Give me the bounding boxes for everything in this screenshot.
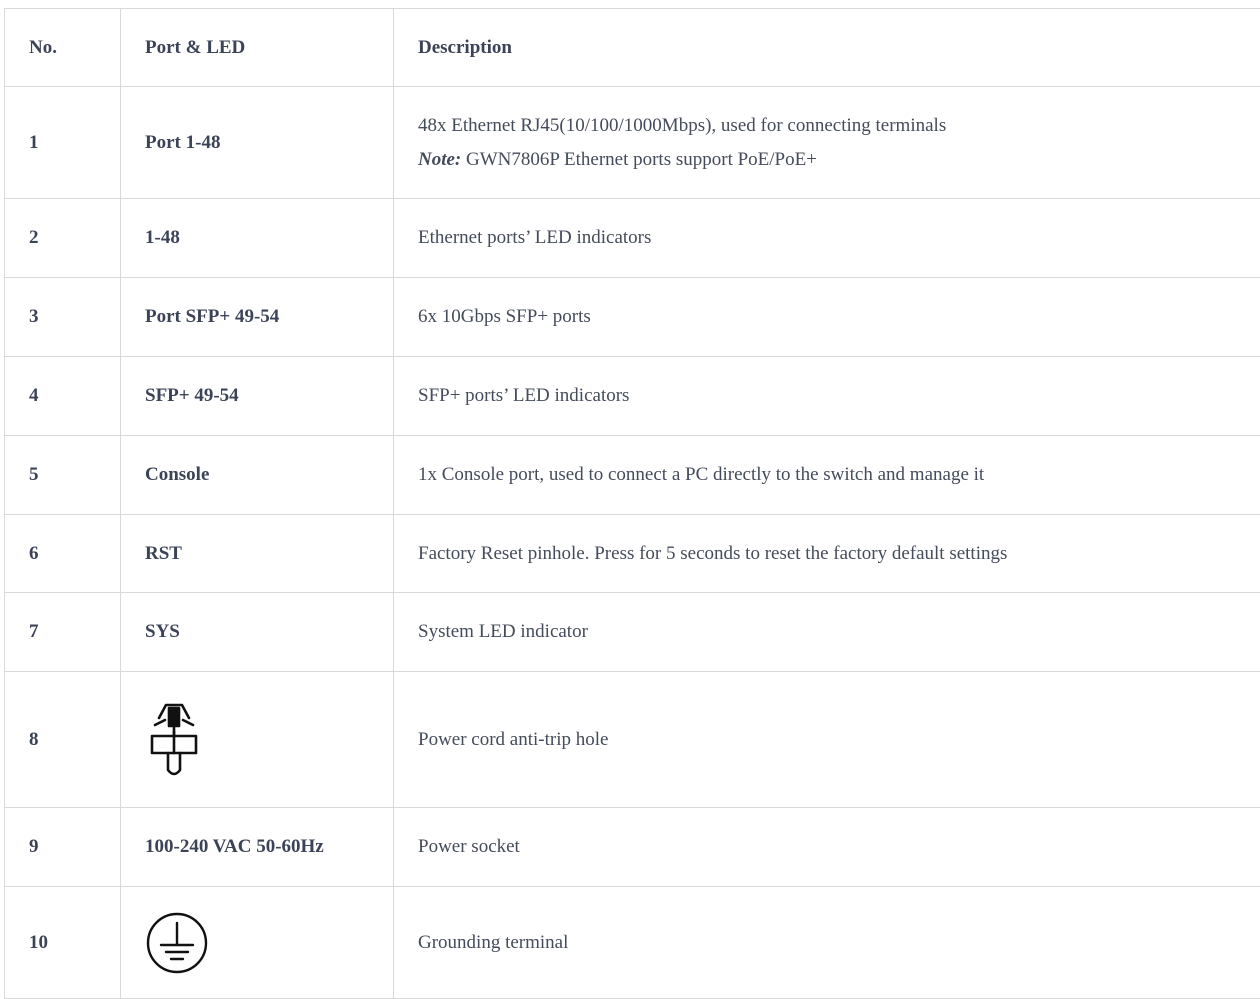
port-label: Port 1-48: [121, 87, 394, 199]
note-text: GWN7806P Ethernet ports support PoE/PoE+: [461, 149, 817, 170]
description: 6x 10Gbps SFP+ ports: [394, 278, 1260, 357]
description: Power socket: [394, 808, 1260, 887]
table-row: 9 100-240 VAC 50-60Hz Power socket: [5, 808, 1260, 887]
row-number: 9: [5, 808, 121, 887]
port-led-table: No. Port & LED Description 1 Port 1-48 4…: [4, 8, 1260, 999]
row-number: 5: [5, 436, 121, 515]
grounding-symbol-icon: [145, 911, 209, 975]
port-label: Port SFP+ 49-54: [121, 278, 394, 357]
table-row: 3 Port SFP+ 49-54 6x 10Gbps SFP+ ports: [5, 278, 1260, 357]
description-note: Note: GWN7806P Ethernet ports support Po…: [418, 143, 1260, 177]
header-description: Description: [394, 9, 1260, 87]
header-port-led: Port & LED: [121, 9, 394, 87]
row-number: 6: [5, 515, 121, 593]
row-number: 7: [5, 593, 121, 672]
row-number: 10: [5, 887, 121, 999]
row-number: 1: [5, 87, 121, 199]
description: Factory Reset pinhole. Press for 5 secon…: [394, 515, 1260, 593]
table-row: 5 Console 1x Console port, used to conne…: [5, 436, 1260, 515]
table-row: 6 RST Factory Reset pinhole. Press for 5…: [5, 515, 1260, 593]
anti-trip-clip-icon: [145, 698, 203, 782]
port-label: SYS: [121, 593, 394, 672]
port-label: RST: [121, 515, 394, 593]
table-row: 4 SFP+ 49-54 SFP+ ports’ LED indicators: [5, 357, 1260, 436]
port-icon-cell: [121, 672, 394, 808]
description-text: 48x Ethernet RJ45(10/100/1000Mbps), used…: [418, 109, 1260, 143]
row-number: 3: [5, 278, 121, 357]
note-label: Note:: [418, 149, 461, 170]
table-row: 1 Port 1-48 48x Ethernet RJ45(10/100/100…: [5, 87, 1260, 199]
row-number: 2: [5, 199, 121, 278]
row-number: 8: [5, 672, 121, 808]
description: System LED indicator: [394, 593, 1260, 672]
table-row: 7 SYS System LED indicator: [5, 593, 1260, 672]
row-number: 4: [5, 357, 121, 436]
port-label: 100-240 VAC 50-60Hz: [121, 808, 394, 887]
description: Grounding terminal: [394, 887, 1260, 999]
table-row: 8 Power cord anti-trip hole: [5, 672, 1260, 808]
table-row: 2 1-48 Ethernet ports’ LED indicators: [5, 199, 1260, 278]
description: 48x Ethernet RJ45(10/100/1000Mbps), used…: [394, 87, 1260, 199]
table-row: 10 Grounding terminal: [5, 887, 1260, 999]
table-header-row: No. Port & LED Description: [5, 9, 1260, 87]
port-label: 1-48: [121, 199, 394, 278]
port-label: Console: [121, 436, 394, 515]
port-icon-cell: [121, 887, 394, 999]
description: 1x Console port, used to connect a PC di…: [394, 436, 1260, 515]
header-no: No.: [5, 9, 121, 87]
description: SFP+ ports’ LED indicators: [394, 357, 1260, 436]
port-label: SFP+ 49-54: [121, 357, 394, 436]
description: Ethernet ports’ LED indicators: [394, 199, 1260, 278]
description: Power cord anti-trip hole: [394, 672, 1260, 808]
